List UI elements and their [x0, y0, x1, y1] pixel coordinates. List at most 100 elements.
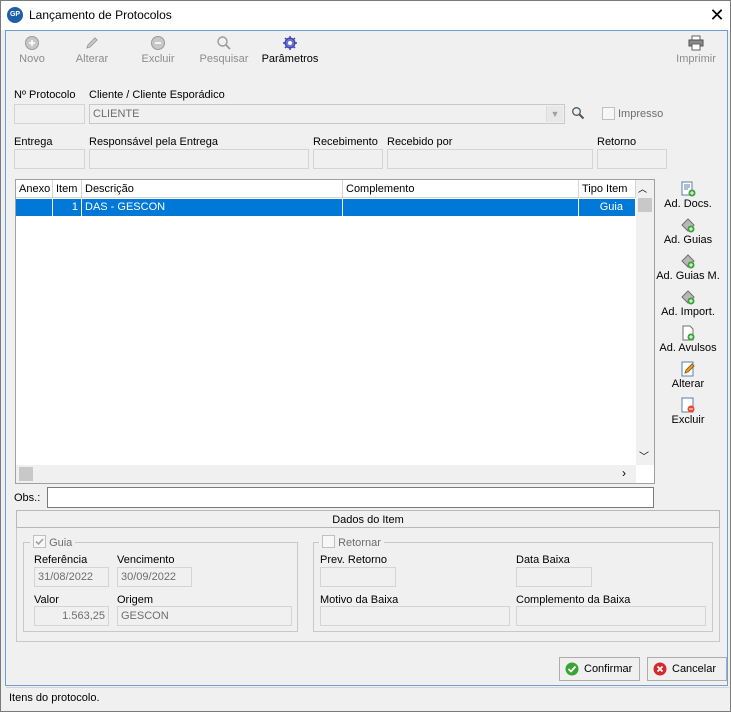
scroll-right-icon[interactable]: › [622, 466, 626, 480]
responsavel-label: Responsável pela Entrega [89, 136, 219, 148]
ad-guias-label: Ad. Guias [663, 234, 713, 246]
cancelar-button[interactable]: Cancelar [647, 657, 727, 681]
recebido-label: Recebido por [387, 136, 453, 148]
alterar-label: Alterar [75, 53, 109, 65]
protocolo-label: Nº Protocolo [14, 89, 76, 101]
complemento-baixa-field[interactable] [516, 606, 706, 626]
referencia-label: Referência [34, 554, 88, 566]
impresso-checkbox[interactable] [602, 107, 615, 120]
protocolo-field[interactable] [14, 104, 85, 124]
scroll-down-icon[interactable]: ﹀ [639, 448, 649, 463]
excluir-button[interactable]: Excluir [136, 33, 180, 69]
alterar-button[interactable]: Alterar [70, 33, 114, 69]
hscroll-thumb[interactable] [19, 467, 33, 481]
printer-icon [688, 35, 704, 51]
imprimir-label: Imprimir [676, 53, 716, 65]
status-text: Itens do protocolo. [9, 692, 100, 704]
side-alterar-button[interactable]: Alterar [656, 361, 720, 395]
prev-retorno-field[interactable] [320, 567, 396, 587]
pesquisar-button[interactable]: Pesquisar [198, 33, 250, 69]
chevron-down-icon[interactable]: ▼ [546, 106, 563, 122]
entrega-label: Entrega [14, 136, 53, 148]
search-icon [217, 36, 231, 50]
retorno-field[interactable] [597, 149, 667, 169]
parametros-label: Parâmetros [261, 53, 319, 65]
edit-document-icon [681, 361, 695, 377]
ad-avulsos-button[interactable]: Ad. Avulsos [656, 325, 720, 359]
col-header-complemento[interactable]: Complemento [343, 180, 579, 198]
col-header-anexo[interactable]: Anexo [16, 180, 53, 198]
parametros-button[interactable]: Parâmetros [260, 33, 320, 69]
obs-label: Obs.: [14, 492, 41, 504]
cliente-combobox[interactable]: CLIENTE ▼ [89, 104, 565, 124]
valor-label: Valor [34, 594, 59, 606]
data-baixa-field[interactable] [516, 567, 592, 587]
app-logo-icon: GP [7, 7, 23, 23]
col-header-tipo[interactable]: Tipo Item [579, 180, 636, 198]
imprimir-button[interactable]: Imprimir [672, 33, 720, 69]
cell-item: 1 [53, 199, 82, 216]
pesquisar-label: Pesquisar [199, 53, 249, 65]
confirmar-button[interactable]: Confirmar [559, 657, 640, 681]
prev-retorno-label: Prev. Retorno [320, 554, 388, 566]
ad-import-button[interactable]: Ad. Import. [656, 289, 720, 323]
scroll-up-icon[interactable]: ︿ [638, 182, 647, 195]
window-client-area: Novo Alterar Excluir Pesquisar Parâmetro… [5, 30, 729, 709]
novo-button[interactable]: Novo [12, 33, 52, 69]
novo-label: Novo [19, 53, 45, 65]
ad-guias-button[interactable]: Ad. Guias [656, 217, 720, 251]
cell-anexo [16, 199, 53, 216]
status-bar: Itens do protocolo. [6, 687, 729, 709]
ad-avulsos-label: Ad. Avulsos [659, 342, 717, 354]
recebimento-field[interactable] [313, 149, 383, 169]
remove-circle-icon [151, 36, 165, 50]
vencimento-label: Vencimento [117, 554, 175, 566]
obs-field[interactable] [47, 487, 654, 508]
responsavel-field[interactable] [89, 149, 309, 169]
cliente-label: Cliente / Cliente Esporádico [89, 89, 225, 101]
dados-item-title: Dados do Item [332, 514, 404, 526]
motivo-field[interactable] [320, 606, 510, 626]
confirmar-label: Confirmar [584, 663, 633, 675]
entrega-field[interactable] [14, 149, 85, 169]
cell-descricao: DAS - GESCON [82, 199, 343, 216]
add-document-icon [681, 181, 696, 197]
side-alterar-label: Alterar [671, 378, 705, 390]
ad-docs-label: Ad. Docs. [664, 198, 712, 210]
search-cliente-icon[interactable] [571, 106, 585, 120]
items-grid[interactable]: Anexo Item Descrição Complemento Tipo It… [15, 179, 655, 484]
vencimento-field[interactable]: 30/09/2022 [117, 567, 192, 587]
valor-field[interactable]: 1.563,25 [34, 606, 109, 626]
import-icon [681, 290, 695, 305]
grid-horizontal-scrollbar[interactable]: › [16, 465, 636, 483]
pencil-icon [86, 37, 98, 49]
impresso-label: Impresso [618, 108, 664, 120]
retornar-checkbox[interactable] [322, 535, 335, 548]
side-excluir-label: Excluir [671, 414, 705, 426]
col-header-descricao[interactable]: Descrição [82, 180, 343, 198]
excluir-label: Excluir [141, 53, 175, 65]
col-header-item[interactable]: Item [53, 180, 82, 198]
ad-docs-button[interactable]: Ad. Docs. [656, 181, 720, 215]
motivo-label: Motivo da Baixa [320, 594, 399, 606]
add-multiple-guides-icon [681, 254, 695, 269]
origem-field[interactable]: GESCON [117, 606, 292, 626]
scroll-thumb[interactable] [638, 198, 652, 212]
retornar-label: Retornar [338, 537, 381, 549]
guia-label: Guia [49, 537, 73, 549]
gear-icon [283, 36, 297, 50]
title-bar: GP Lançamento de Protocolos ✕ [1, 1, 730, 30]
table-row[interactable]: 1 DAS - GESCON Guia [16, 199, 636, 216]
referencia-field[interactable]: 31/08/2022 [34, 567, 109, 587]
guia-group-title: Guia [30, 535, 76, 549]
check-circle-icon [565, 662, 579, 676]
window-title: Lançamento de Protocolos [29, 8, 172, 22]
ad-guias-m-button[interactable]: Ad. Guias M. [656, 253, 720, 287]
guia-checkbox[interactable] [33, 535, 46, 548]
grid-vertical-scrollbar[interactable]: ︿ ﹀ [636, 180, 654, 465]
close-icon[interactable]: ✕ [705, 4, 729, 26]
recebido-field[interactable] [387, 149, 593, 169]
side-excluir-button[interactable]: Excluir [656, 397, 720, 431]
cancelar-label: Cancelar [672, 663, 717, 675]
delete-document-icon [681, 397, 695, 413]
